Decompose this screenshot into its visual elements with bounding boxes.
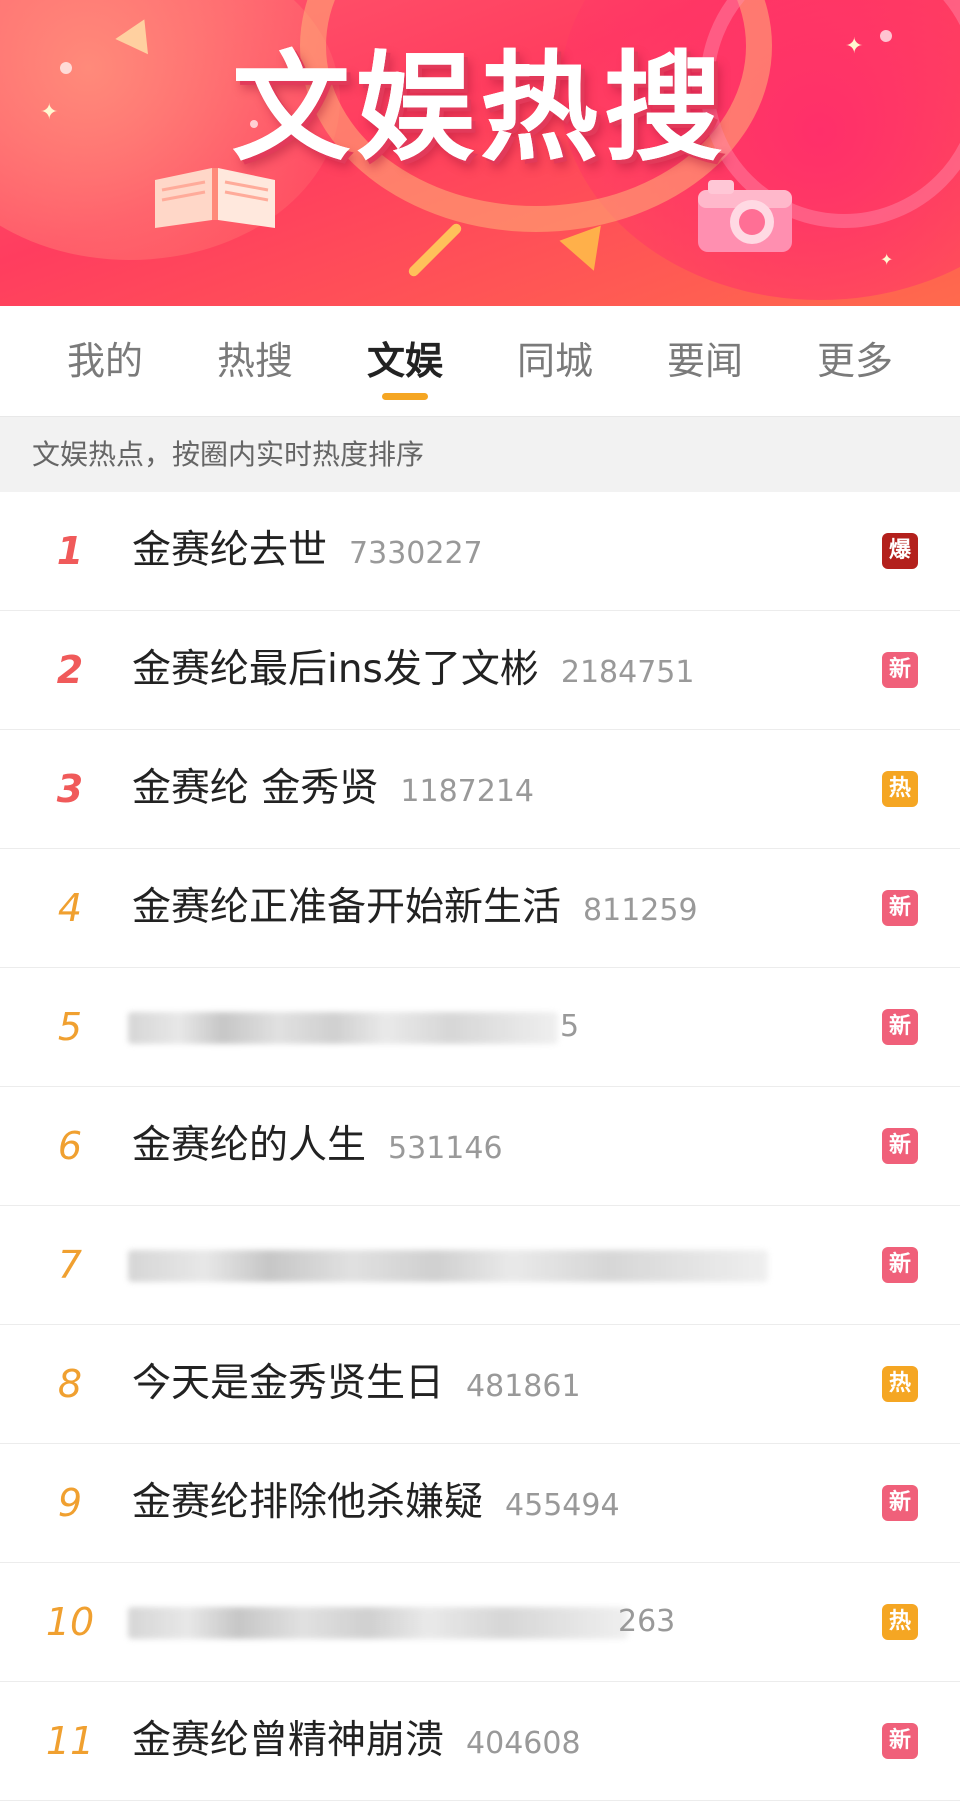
new-badge: 新 — [882, 1128, 918, 1164]
heat-count: 1187214 — [400, 774, 535, 809]
rank-number: 3 — [56, 767, 84, 811]
blurred-title — [128, 1250, 768, 1282]
item-title: 金赛纶 金秀贤 1187214 — [132, 730, 534, 851]
item-title: 金赛纶正准备开始新生活 811259 — [132, 849, 698, 970]
item-title: 金赛纶去世 7330227 — [132, 492, 483, 613]
tab-label: 我的 — [66, 339, 143, 383]
tab-label: 热搜 — [216, 339, 293, 383]
list-item[interactable]: 9 金赛纶排除他杀嫌疑 455494 新 — [0, 1444, 960, 1563]
tab-label: 文娱 — [366, 339, 443, 383]
title-text: 金赛纶正准备开始新生活 — [132, 885, 562, 930]
tab-more[interactable]: 更多 — [785, 306, 925, 416]
tab-hot-search[interactable]: 热搜 — [185, 306, 325, 416]
item-title: 金赛纶排除他杀嫌疑 455494 — [132, 1444, 620, 1565]
rank-number: 9 — [57, 1481, 83, 1525]
rank-number: 11 — [45, 1719, 95, 1763]
title-text: 今天是金秀贤生日 — [132, 1361, 445, 1406]
hot-badge: 热 — [882, 1366, 918, 1402]
blurred-title — [128, 1012, 558, 1044]
heat-count: 263 — [618, 1604, 676, 1639]
tab-local[interactable]: 同城 — [485, 306, 625, 416]
list-item[interactable]: 2 金赛纶最后ins发了文彬 2184751 新 — [0, 611, 960, 730]
list-item[interactable]: 10 263 热 — [0, 1563, 960, 1682]
rank-number: 6 — [57, 1124, 83, 1168]
tab-entertainment[interactable]: 文娱 — [335, 306, 475, 416]
heat-count: 811259 — [583, 893, 698, 928]
sparkle-icon: ✦ — [880, 250, 894, 269]
hot-badge: 热 — [882, 771, 918, 807]
stick-decoration — [406, 221, 464, 279]
description-text: 文娱热点，按圈内实时热度排序 — [32, 438, 425, 471]
item-title: 金赛纶的人生 531146 — [132, 1087, 503, 1208]
list-item[interactable]: 4 金赛纶正准备开始新生活 811259 新 — [0, 849, 960, 968]
list-item[interactable]: 11 金赛纶曾精神崩溃 404608 新 — [0, 1682, 960, 1801]
banner-title: 文娱热搜 — [231, 39, 728, 177]
blurred-title — [128, 1607, 628, 1639]
new-badge: 新 — [882, 1723, 918, 1759]
title-text: 金赛纶 金秀贤 — [132, 766, 379, 811]
list-item[interactable]: 3 金赛纶 金秀贤 1187214 热 — [0, 730, 960, 849]
list-item[interactable]: 7 新 — [0, 1206, 960, 1325]
explode-badge: 爆 — [882, 533, 918, 569]
list-item[interactable]: 1 金赛纶去世 7330227 爆 — [0, 492, 960, 611]
rank-number: 7 — [57, 1243, 83, 1287]
heat-count: 5 — [560, 1009, 580, 1044]
title-text: 金赛纶最后ins发了文彬 — [132, 647, 539, 692]
rank-number: 2 — [56, 648, 84, 692]
item-title: 金赛纶曾精神崩溃 404608 — [132, 1682, 581, 1803]
heat-count: 531146 — [388, 1131, 503, 1166]
tab-label: 要闻 — [666, 339, 743, 383]
new-badge: 新 — [882, 1247, 918, 1283]
tab-label: 更多 — [816, 339, 893, 383]
title-text: 金赛纶的人生 — [132, 1123, 367, 1168]
title-text: 金赛纶去世 — [132, 528, 328, 573]
triangle-decoration — [559, 225, 615, 279]
list-item[interactable]: 6 金赛纶的人生 531146 新 — [0, 1087, 960, 1206]
hot-search-list: 1 金赛纶去世 7330227 爆 2 金赛纶最后ins发了文彬 2184751 新… — [0, 492, 960, 1801]
tab-news[interactable]: 要闻 — [635, 306, 775, 416]
new-badge: 新 — [882, 652, 918, 688]
new-badge: 新 — [882, 1009, 918, 1045]
tab-label: 同城 — [516, 339, 593, 383]
item-title: 金赛纶最后ins发了文彬 2184751 — [132, 611, 694, 732]
heat-count: 481861 — [466, 1369, 581, 1404]
title-text: 金赛纶排除他杀嫌疑 — [132, 1480, 484, 1525]
new-badge: 新 — [882, 1485, 918, 1521]
heat-count: 404608 — [466, 1726, 581, 1761]
list-item[interactable]: 5 5 新 — [0, 968, 960, 1087]
rank-number: 4 — [57, 886, 83, 930]
rank-number: 5 — [57, 1005, 83, 1049]
rank-number: 8 — [57, 1362, 83, 1406]
heat-count: 2184751 — [560, 655, 695, 690]
tab-bar: 我的 热搜 文娱 同城 要闻 更多 — [0, 306, 960, 416]
heat-count: 7330227 — [349, 536, 483, 571]
hot-badge: 热 — [882, 1604, 918, 1640]
new-badge: 新 — [882, 890, 918, 926]
tab-mine[interactable]: 我的 — [35, 306, 175, 416]
heat-count: 455494 — [505, 1488, 620, 1523]
title-text: 金赛纶曾精神崩溃 — [132, 1718, 445, 1763]
hero-banner: ✦ ✦ ✦ 文娱热搜 — [0, 0, 960, 306]
item-title: 今天是金秀贤生日 481861 — [132, 1325, 581, 1446]
camera-icon — [698, 180, 792, 252]
list-description: 文娱热点，按圈内实时热度排序 — [0, 416, 960, 493]
active-tab-indicator — [382, 393, 428, 400]
rank-number: 10 — [45, 1600, 95, 1644]
list-item[interactable]: 8 今天是金秀贤生日 481861 热 — [0, 1325, 960, 1444]
rank-number: 1 — [56, 529, 84, 573]
